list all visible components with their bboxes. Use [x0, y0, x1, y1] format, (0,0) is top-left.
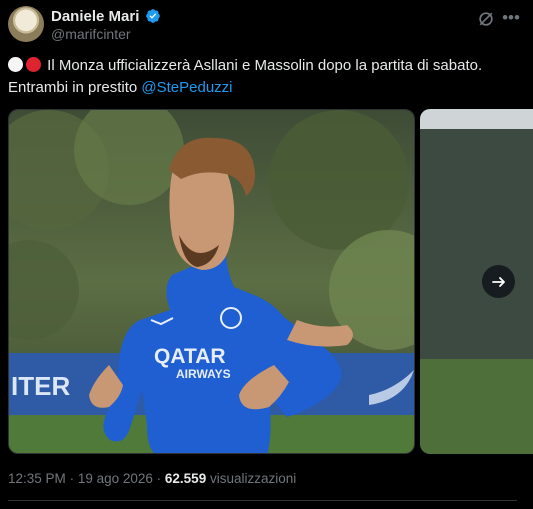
jersey-sponsor-line1: QATAR: [154, 345, 226, 368]
media-photo-second[interactable]: [420, 109, 533, 454]
banner-text: ITER: [11, 371, 70, 401]
white-circle-emoji-icon: [8, 57, 23, 72]
author-handle[interactable]: @marifcinter: [51, 26, 131, 42]
arrow-right-icon: [491, 276, 505, 287]
verified-badge-icon: [146, 9, 160, 23]
author-name[interactable]: Daniele Mari: [51, 8, 139, 25]
avatar[interactable]: [8, 6, 44, 42]
next-media-button[interactable]: [482, 265, 515, 298]
separator: ·: [156, 471, 165, 486]
tweet-text-line1: Il Monza ufficializzerà Asllani e Massol…: [47, 57, 483, 74]
second-photo-preview: [420, 109, 533, 454]
tweet-header: Daniele Mari @marifcinter •••: [8, 6, 525, 44]
views-label: visualizzazioni: [209, 471, 297, 486]
tweet-text-line2: Entrambi in prestito: [8, 79, 138, 96]
tweet-text: Il Monza ufficializzerà Asllani e Massol…: [8, 55, 523, 99]
more-icon[interactable]: •••: [501, 9, 521, 29]
player-photo: ITER QATAR AIRWAYS: [9, 110, 414, 453]
grok-icon[interactable]: [476, 9, 496, 29]
separator: ·: [69, 471, 78, 486]
red-circle-emoji-icon: [26, 57, 41, 72]
tweet-meta: 12:35 PM · 19 ago 2026 · 62.559 visualiz…: [8, 471, 296, 486]
divider: [8, 500, 517, 501]
jersey-sponsor-line2: AIRWAYS: [176, 367, 231, 381]
tweet-date[interactable]: 19 ago 2026: [78, 471, 153, 486]
media-photo-main[interactable]: ITER QATAR AIRWAYS: [8, 109, 415, 454]
mention-link[interactable]: @StePeduzzi: [141, 79, 232, 96]
tweet-time[interactable]: 12:35 PM: [8, 471, 66, 486]
views-count: 62.559: [164, 471, 207, 486]
